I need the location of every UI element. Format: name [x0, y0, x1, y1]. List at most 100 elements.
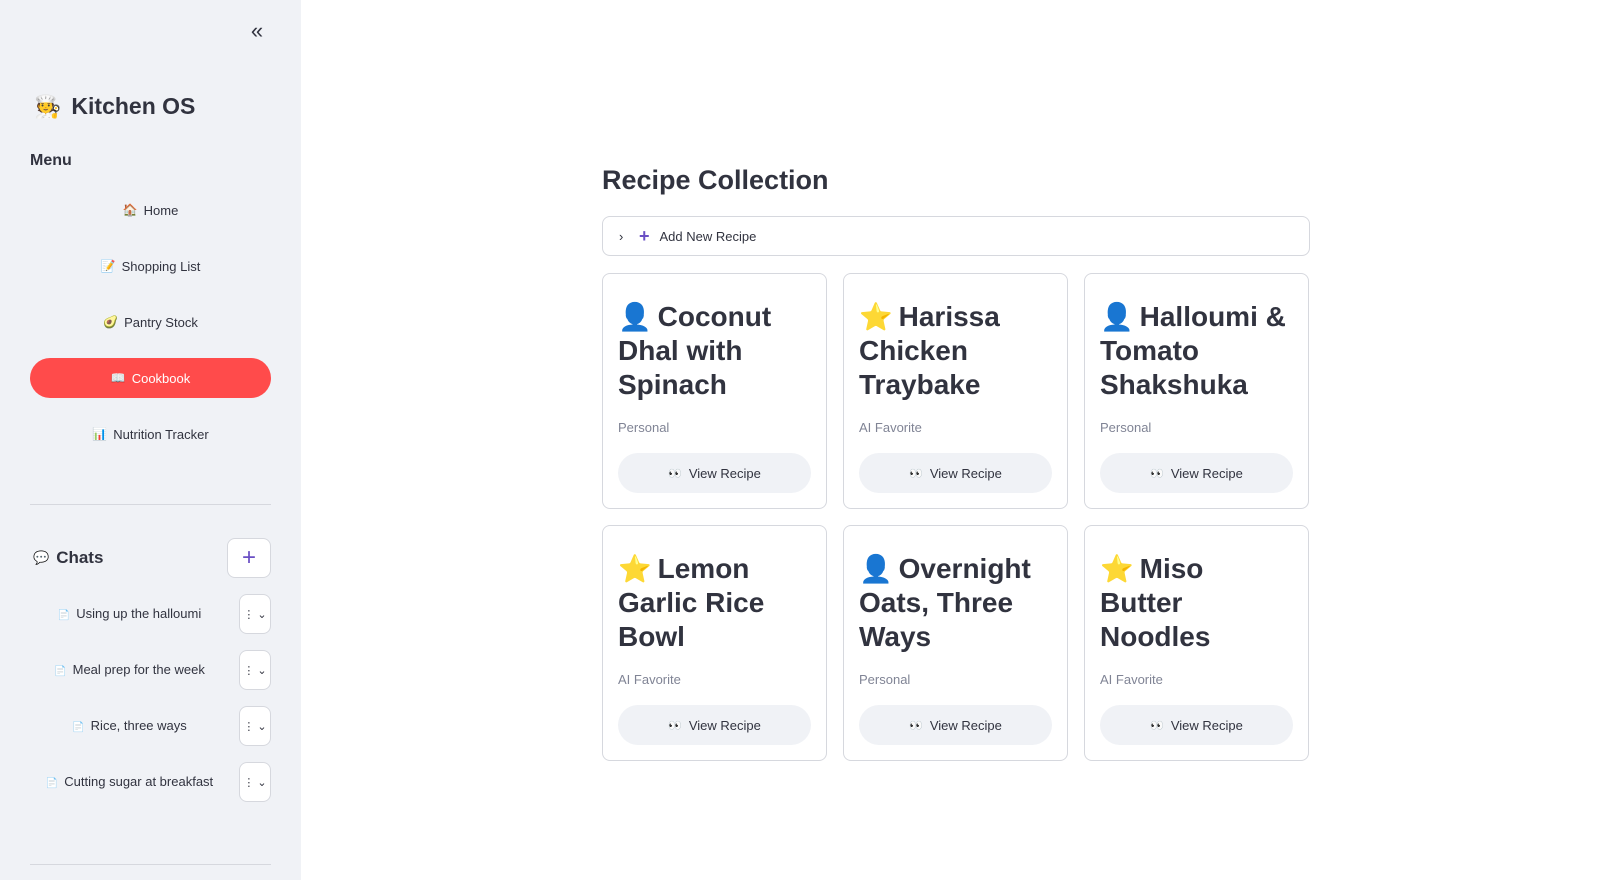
- new-chat-button[interactable]: +: [227, 538, 271, 578]
- eyes-icon: 👀: [668, 467, 682, 480]
- sidebar-item-home[interactable]: 🏠 Home: [30, 190, 271, 230]
- chat-item: 📄 Using up the halloumi ⋮ ⌄: [30, 594, 271, 634]
- house-icon: 🏠: [122, 203, 138, 217]
- view-recipe-label: View Recipe: [929, 717, 1002, 733]
- recipe-tag: Personal: [1100, 420, 1152, 435]
- person-icon: 👤: [618, 302, 652, 332]
- kebab-chevron-icon: ⋮ ⌄: [243, 664, 267, 677]
- chats-title-wrap: 💬 Chats: [33, 548, 103, 568]
- recipe-card: ⭐ Miso Butter Noodles AI Favorite 👀 View …: [1084, 525, 1309, 761]
- sidebar-item-label: Shopping List: [121, 258, 201, 274]
- plus-icon: +: [241, 544, 256, 571]
- view-recipe-button[interactable]: 👀 View Recipe: [1100, 453, 1293, 493]
- chat-item: 📄 Rice, three ways ⋮ ⌄: [30, 706, 271, 746]
- chat-options-button[interactable]: ⋮ ⌄: [239, 650, 271, 690]
- add-new-recipe-expander[interactable]: › + Add New Recipe: [602, 216, 1310, 256]
- document-icon: 📄: [45, 777, 59, 789]
- recipe-title: 👤 Overnight Oats, Three Ways: [859, 552, 1052, 654]
- kebab-chevron-icon: ⋮ ⌄: [243, 608, 267, 621]
- view-recipe-label: View Recipe: [929, 465, 1002, 481]
- recipe-tag: Personal: [618, 420, 670, 435]
- recipe-title: 👤 Halloumi & Tomato Shakshuka: [1100, 300, 1293, 402]
- recipe-card: 👤 Coconut Dhal with Spinach Personal 👀 Vi…: [602, 273, 827, 509]
- eyes-icon: 👀: [668, 719, 682, 732]
- recipe-title: ⭐ Harissa Chicken Traybake: [859, 300, 1052, 402]
- speech-bubble-icon: 💬: [33, 550, 50, 565]
- recipe-tag: AI Favorite: [859, 420, 922, 435]
- brand: 🧑‍🍳 Kitchen OS: [34, 93, 195, 120]
- view-recipe-button[interactable]: 👀 View Recipe: [618, 453, 811, 493]
- sidebar-divider: [30, 864, 271, 865]
- recipe-card: 👤 Halloumi & Tomato Shakshuka Personal 👀 …: [1084, 273, 1309, 509]
- chat-list: 📄 Using up the halloumi ⋮ ⌄ 📄 Meal prep fo…: [30, 594, 271, 818]
- chat-item: 📄 Cutting sugar at breakfast ⋮ ⌄: [30, 762, 271, 802]
- sidebar-nav: 🏠 Home 📝 Shopping List 🥑 Pantry Stock 📖 …: [30, 190, 271, 470]
- star-icon: ⭐: [1100, 554, 1134, 584]
- app-root: « 🧑‍🍳 Kitchen OS Menu 🏠 Home 📝 Shopping …: [0, 0, 1600, 880]
- eyes-icon: 👀: [1150, 467, 1164, 480]
- chat-item: 📄 Meal prep for the week ⋮ ⌄: [30, 650, 271, 690]
- view-recipe-button[interactable]: 👀 View Recipe: [859, 453, 1052, 493]
- sidebar-item-label: Home: [143, 202, 179, 218]
- recipe-card: 👤 Overnight Oats, Three Ways Personal 👀 V…: [843, 525, 1068, 761]
- collapse-sidebar-icon[interactable]: «: [240, 18, 270, 44]
- recipe-title: ⭐ Lemon Garlic Rice Bowl: [618, 552, 811, 654]
- view-recipe-label: View Recipe: [1170, 465, 1243, 481]
- star-icon: ⭐: [859, 302, 893, 332]
- sidebar-item-pantry-stock[interactable]: 🥑 Pantry Stock: [30, 302, 271, 342]
- bar-chart-icon: 📊: [92, 427, 108, 441]
- chat-options-button[interactable]: ⋮ ⌄: [239, 594, 271, 634]
- chat-item-label: Rice, three ways: [90, 717, 187, 733]
- menu-title: Menu: [30, 152, 72, 169]
- document-icon: 📄: [72, 721, 85, 733]
- chat-item-open[interactable]: 📄 Using up the halloumi: [30, 602, 239, 627]
- chef-icon: 🧑‍🍳: [34, 93, 62, 119]
- sidebar-item-cookbook[interactable]: 📖 Cookbook: [30, 358, 271, 398]
- page-title: Recipe Collection: [602, 165, 829, 195]
- document-icon: 📄: [57, 609, 71, 621]
- chat-item-open[interactable]: 📄 Meal prep for the week: [30, 658, 239, 683]
- chat-item-label: Using up the halloumi: [76, 605, 202, 621]
- recipe-grid: 👤 Coconut Dhal with Spinach Personal 👀 Vi…: [602, 273, 1310, 761]
- chat-options-button[interactable]: ⋮ ⌄: [239, 706, 271, 746]
- view-recipe-button[interactable]: 👀 View Recipe: [859, 705, 1052, 745]
- sidebar-item-label: Nutrition Tracker: [113, 426, 209, 442]
- kebab-chevron-icon: ⋮ ⌄: [243, 776, 267, 789]
- add-new-recipe-label: Add New Recipe: [659, 228, 757, 244]
- star-icon: ⭐: [618, 554, 652, 584]
- eyes-icon: 👀: [909, 467, 923, 480]
- view-recipe-button[interactable]: 👀 View Recipe: [1100, 705, 1293, 745]
- brand-title: Kitchen OS: [71, 93, 196, 119]
- person-icon: 👤: [859, 554, 893, 584]
- person-icon: 👤: [1100, 302, 1134, 332]
- view-recipe-button[interactable]: 👀 View Recipe: [618, 705, 811, 745]
- chats-title: Chats: [56, 548, 104, 567]
- memo-icon: 📝: [100, 259, 116, 273]
- kebab-chevron-icon: ⋮ ⌄: [243, 720, 267, 733]
- sidebar-item-label: Cookbook: [131, 370, 191, 386]
- main-content: Recipe Collection › + Add New Recipe 👤 Co…: [301, 0, 1600, 880]
- eyes-icon: 👀: [1150, 719, 1164, 732]
- recipe-card: ⭐ Harissa Chicken Traybake AI Favorite 👀 …: [843, 273, 1068, 509]
- recipe-tag: AI Favorite: [618, 672, 681, 687]
- recipe-title: ⭐ Miso Butter Noodles: [1100, 552, 1293, 654]
- recipe-tag: Personal: [859, 672, 911, 687]
- chat-options-button[interactable]: ⋮ ⌄: [239, 762, 271, 802]
- chat-item-open[interactable]: 📄 Rice, three ways: [30, 714, 239, 739]
- avocado-icon: 🥑: [103, 315, 119, 329]
- open-book-icon: 📖: [110, 371, 126, 385]
- sidebar: « 🧑‍🍳 Kitchen OS Menu 🏠 Home 📝 Shopping …: [0, 0, 301, 880]
- chats-header: 💬 Chats +: [33, 538, 271, 578]
- eyes-icon: 👀: [909, 719, 923, 732]
- chat-item-open[interactable]: 📄 Cutting sugar at breakfast: [30, 770, 239, 795]
- chevron-right-icon: ›: [619, 228, 624, 244]
- sidebar-item-label: Pantry Stock: [124, 314, 198, 330]
- recipe-title: 👤 Coconut Dhal with Spinach: [618, 300, 811, 402]
- sidebar-item-shopping-list[interactable]: 📝 Shopping List: [30, 246, 271, 286]
- chat-item-label: Cutting sugar at breakfast: [64, 773, 214, 789]
- document-icon: 📄: [54, 665, 67, 677]
- sidebar-item-nutrition-tracker[interactable]: 📊 Nutrition Tracker: [30, 414, 271, 454]
- recipe-tag: AI Favorite: [1100, 672, 1163, 687]
- recipe-card: ⭐ Lemon Garlic Rice Bowl AI Favorite 👀 Vi…: [602, 525, 827, 761]
- view-recipe-label: View Recipe: [1170, 717, 1243, 733]
